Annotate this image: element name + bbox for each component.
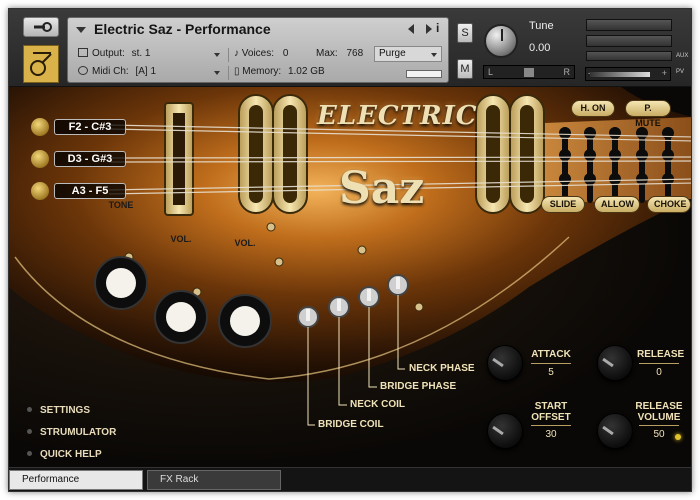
tune-knob[interactable]: [484, 24, 518, 58]
tuning-peg-icon[interactable]: [31, 150, 49, 168]
output-icon: [78, 48, 88, 57]
saz-icon: [30, 52, 52, 76]
release-volume-value: 50: [653, 429, 665, 440]
menu-strumulator[interactable]: STRUMULATOR: [27, 427, 116, 438]
menu-dot-icon: [27, 407, 32, 412]
max-voices-value: 768: [346, 48, 364, 59]
release-value: 0: [656, 367, 662, 378]
aux-label[interactable]: AUX: [676, 53, 688, 59]
menu-quick-help[interactable]: QUICK HELP: [27, 449, 102, 460]
start-offset-label: START OFFSET: [531, 401, 571, 423]
allow-button[interactable]: ALLOW: [594, 196, 640, 213]
wrench-icon: [34, 22, 52, 32]
pan-right-label: R: [563, 67, 571, 77]
menu-dot-icon: [27, 429, 32, 434]
purge-dropdown[interactable]: Purge: [374, 46, 442, 62]
instrument-header: Electric Saz - Performance i Output: st.…: [9, 9, 691, 87]
info-icon[interactable]: i: [436, 21, 439, 35]
slide-button[interactable]: SLIDE: [541, 196, 585, 213]
logo-electric: ELECTRIC: [317, 101, 478, 131]
collapse-caret-icon[interactable]: [76, 27, 86, 33]
mute-button[interactable]: M: [457, 59, 473, 79]
string-1-label[interactable]: F2 - C#3: [54, 119, 126, 135]
attack-knob[interactable]: [487, 345, 523, 381]
neck-phase-switch-label[interactable]: NECK PHASE: [409, 363, 475, 374]
purge-label: Purge: [379, 48, 406, 59]
release-volume-knob[interactable]: [597, 413, 633, 449]
tuning-peg-icon[interactable]: [31, 182, 49, 200]
menu-dot-icon: [27, 451, 32, 456]
next-instrument-icon[interactable]: [426, 24, 432, 34]
previous-instrument-icon[interactable]: [408, 24, 414, 34]
voices-field: ♪ Voices: 0: [234, 48, 289, 59]
midi-channel-value: [A] 1: [135, 66, 157, 77]
tuning-peg-icon[interactable]: [31, 118, 49, 136]
release-label: RELEASE: [637, 349, 685, 360]
voices-icon: ♪: [234, 48, 242, 59]
output-value: st. 1: [131, 48, 151, 59]
edit-instrument-button[interactable]: [23, 17, 59, 37]
string-1-tuning[interactable]: F2 - C#3: [31, 118, 126, 136]
midi-icon: [78, 66, 88, 75]
pv-label[interactable]: PV: [676, 69, 684, 75]
output-dropdown-icon[interactable]: [214, 53, 220, 57]
bridge-phase-switch-label[interactable]: BRIDGE PHASE: [380, 381, 456, 392]
string-3-label[interactable]: A3 - F5: [54, 183, 126, 199]
purge-dropdown-icon: [431, 53, 437, 57]
voices-value: 0: [282, 48, 289, 59]
midi-channel-field[interactable]: Midi Ch: [A] 1: [78, 66, 156, 77]
instrument-title[interactable]: Electric Saz - Performance: [94, 21, 271, 37]
pan-left-label: L: [488, 67, 494, 77]
pan-slider[interactable]: L R: [483, 65, 575, 79]
attack-label: ATTACK: [531, 349, 571, 360]
choke-button[interactable]: CHOKE: [647, 196, 691, 213]
palm-mute-button[interactable]: P. MUTE: [625, 100, 671, 128]
hammer-on-button[interactable]: H. ON: [571, 100, 615, 117]
midi-dropdown-icon[interactable]: [214, 71, 220, 75]
tab-fx-rack[interactable]: FX Rack: [147, 470, 281, 490]
output-meter-top: [586, 19, 672, 31]
saz-body-artwork: [9, 87, 691, 426]
volume-slider[interactable]: - +: [585, 67, 671, 81]
string-2-label[interactable]: D3 - G#3: [54, 151, 126, 167]
memory-meter: [406, 70, 442, 78]
bridge-coil-switch-label[interactable]: BRIDGE COIL: [318, 419, 384, 430]
tab-performance[interactable]: Performance: [9, 470, 143, 490]
output-field[interactable]: Output: st. 1: [78, 48, 151, 59]
start-offset-value: 30: [545, 429, 557, 440]
aux-strip[interactable]: [586, 51, 672, 61]
tune-value: 0.00: [529, 42, 551, 54]
memory-value: 1.02 GB: [287, 66, 325, 77]
instrument-info-panel: Electric Saz - Performance i Output: st.…: [67, 17, 449, 83]
memory-field: ▯ Memory: 1.02 GB: [234, 66, 325, 77]
volume-knob-1[interactable]: VOL.: [166, 234, 196, 244]
neck-coil-switch-label[interactable]: NECK COIL: [350, 399, 405, 410]
pan-handle[interactable]: [524, 68, 534, 77]
solo-button[interactable]: S: [457, 23, 473, 43]
string-2-tuning[interactable]: D3 - G#3: [31, 150, 126, 168]
volume-bar[interactable]: [590, 72, 650, 77]
release-knob[interactable]: [597, 345, 633, 381]
output-meter-bottom: [586, 35, 672, 47]
tune-label: Tune: [529, 20, 554, 32]
volume-plus: +: [661, 68, 667, 78]
menu-settings[interactable]: SETTINGS: [27, 405, 90, 416]
volume-knob-2[interactable]: VOL.: [230, 238, 260, 248]
instrument-main: F2 - C#3 D3 - G#3 A3 - F5 ELECTRIC Saz H…: [9, 87, 691, 467]
bottom-tab-bar: Performance FX Rack: [9, 467, 691, 491]
instrument-logo: [23, 45, 59, 83]
logo-saz: Saz: [339, 163, 425, 214]
instrument-window: Electric Saz - Performance i Output: st.…: [8, 8, 692, 492]
max-voices-field[interactable]: Max: 768: [316, 48, 363, 59]
status-led: [675, 434, 681, 440]
release-volume-label: RELEASE VOLUME: [635, 401, 683, 423]
tone-knob[interactable]: TONE: [106, 200, 136, 210]
string-3-tuning[interactable]: A3 - F5: [31, 182, 126, 200]
attack-value: 5: [548, 367, 554, 378]
start-offset-knob[interactable]: [487, 413, 523, 449]
